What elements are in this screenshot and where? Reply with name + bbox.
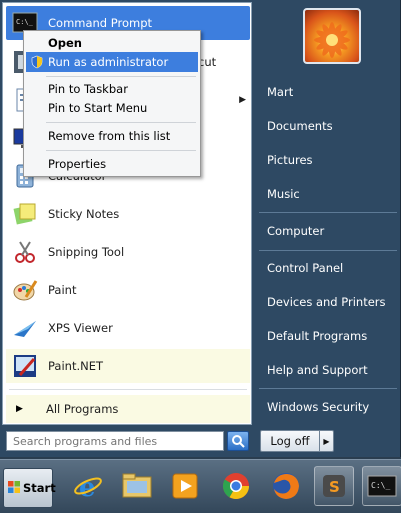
divider (46, 150, 196, 151)
menu-item-pin-to-taskbar[interactable]: Pin to Taskbar (26, 79, 198, 99)
program-snipping-tool[interactable]: Snipping Tool (6, 235, 250, 269)
submenu-arrow-icon: ▶ (239, 95, 246, 105)
place-windows-security[interactable]: Windows Security (261, 391, 397, 423)
menu-item-run-as-administrator[interactable]: Run as administrator (26, 52, 198, 72)
paint-icon (12, 277, 38, 303)
divider (259, 212, 397, 213)
place-default-programs[interactable]: Default Programs (261, 320, 397, 352)
place-computer[interactable]: Computer (261, 215, 397, 247)
place-devices-and-printers[interactable]: Devices and Printers (261, 286, 397, 318)
place-pictures[interactable]: Pictures (261, 144, 397, 176)
divider (259, 388, 397, 389)
internet-explorer-icon[interactable]: e (68, 466, 108, 506)
place-music[interactable]: Music (261, 178, 397, 210)
svg-text:e: e (79, 473, 96, 501)
menu-item-open[interactable]: Open (26, 33, 198, 53)
arrow-right-icon[interactable]: ▶ (320, 430, 334, 452)
program-paint[interactable]: Paint (6, 273, 250, 307)
context-menu: Open Run as administrator Pin to Taskbar… (23, 30, 201, 177)
divider (259, 250, 397, 251)
place-control-panel[interactable]: Control Panel (261, 252, 397, 284)
menu-item-properties[interactable]: Properties (26, 154, 198, 174)
paintnet-icon (12, 353, 38, 379)
user-picture[interactable] (303, 8, 361, 64)
menu-item-remove-from-list[interactable]: Remove from this list (26, 126, 198, 146)
snipping-tool-icon (12, 239, 38, 265)
sticky-notes-icon (12, 201, 38, 227)
xps-viewer-icon (12, 315, 38, 341)
place-help-and-support[interactable]: Help and Support (261, 354, 397, 386)
svg-text:C:\_: C:\_ (16, 18, 34, 26)
sublime-text-icon[interactable]: S (314, 466, 354, 506)
shield-icon (30, 55, 44, 72)
windows-explorer-icon[interactable] (117, 466, 157, 506)
search-icon[interactable] (227, 431, 249, 451)
log-off-group: Log off ▶ (260, 430, 334, 452)
program-xps-viewer[interactable]: XPS Viewer (6, 311, 250, 345)
menu-item-pin-to-start-menu[interactable]: Pin to Start Menu (26, 98, 198, 118)
svg-text:C:\_: C:\_ (371, 481, 390, 490)
start-button[interactable]: Start (3, 468, 56, 508)
taskbar: Start e S C:\_ (0, 459, 401, 513)
divider (46, 122, 196, 123)
arrow-right-icon: ▶ (16, 404, 23, 414)
chrome-icon[interactable] (216, 466, 256, 506)
program-sticky-notes[interactable]: Sticky Notes (6, 197, 250, 231)
windows-logo-icon (7, 480, 21, 497)
svg-text:S: S (329, 478, 340, 496)
divider (46, 76, 196, 77)
place-documents[interactable]: Documents (261, 110, 397, 142)
divider (9, 389, 247, 390)
log-off-button[interactable]: Log off (260, 430, 320, 452)
search-box (6, 430, 250, 452)
place-user[interactable]: Mart (261, 76, 397, 108)
places-pane: Mart Documents Pictures Music Computer C… (255, 0, 401, 425)
media-player-icon[interactable] (165, 466, 205, 506)
firefox-icon[interactable] (266, 466, 306, 506)
program-paintnet[interactable]: Paint.NET (6, 349, 250, 383)
search-input[interactable] (6, 431, 224, 451)
command-prompt-icon[interactable]: C:\_ (362, 466, 401, 506)
all-programs-button[interactable]: ▶ All Programs (6, 395, 250, 423)
